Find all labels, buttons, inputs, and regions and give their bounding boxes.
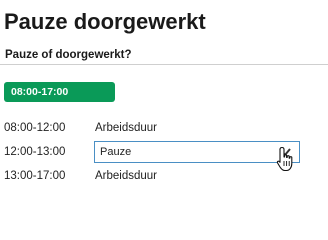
schedule-row: 08:00-12:00 Arbeidsduur [4,118,324,138]
section-subtitle: Pauze of doorgewerkt? [5,49,132,61]
row-type: Arbeidsduur [95,122,158,134]
row-time: 12:00-13:00 [4,146,66,158]
break-type-select-value: Pauze [100,146,132,158]
divider [0,64,328,65]
hand-pointer-icon [276,146,293,172]
shift-time-chip[interactable]: 08:00-17:00 [4,82,115,102]
row-type: Arbeidsduur [95,170,158,182]
break-type-select[interactable]: Pauze [94,141,300,163]
page-title: Pauze doorgewerkt [4,9,206,34]
row-time: 08:00-12:00 [4,122,66,134]
row-time: 13:00-17:00 [4,170,66,182]
